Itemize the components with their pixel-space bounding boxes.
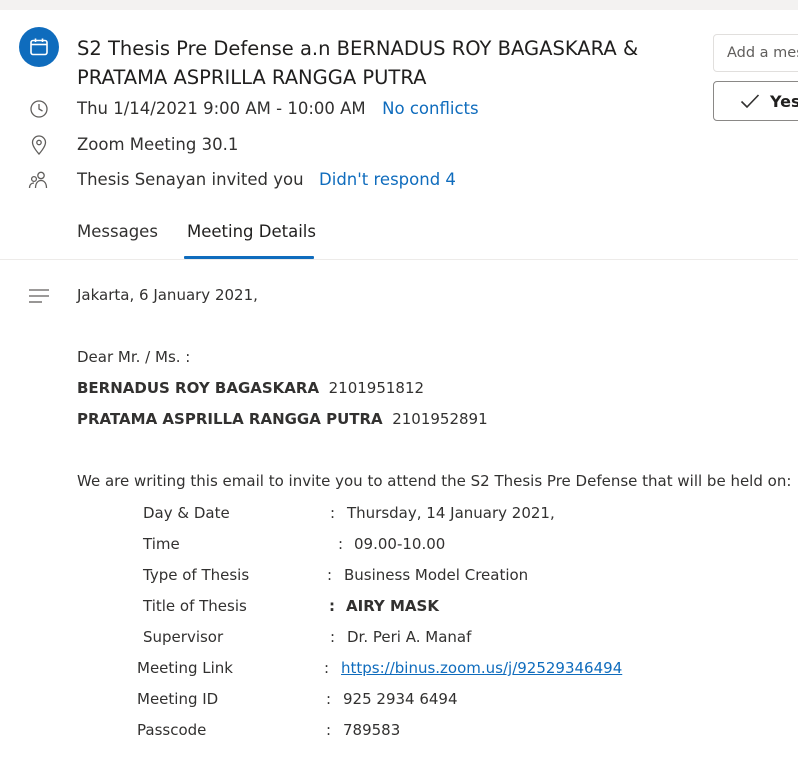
tab-messages[interactable]: Messages bbox=[77, 222, 158, 241]
student-name: BERNADUS ROY BAGASKARA bbox=[77, 379, 320, 397]
detail-value: Thursday, 14 January 2021, bbox=[347, 504, 555, 522]
event-title-line2: PRATAMA ASPRILLA RANGGA PUTRA bbox=[77, 66, 427, 89]
top-strip bbox=[0, 0, 798, 10]
event-attendees-row: Thesis Senayan invited you Didn't respon… bbox=[77, 170, 456, 189]
invited-by-text: Thesis Senayan invited you bbox=[77, 170, 304, 189]
detail-colon: : bbox=[330, 628, 336, 646]
meeting-link[interactable]: https://binus.zoom.us/j/92529346494 bbox=[341, 659, 622, 677]
detail-label: Title of Thesis bbox=[143, 597, 247, 615]
add-message-input[interactable]: Add a message bbox=[713, 34, 798, 72]
conflicts-link[interactable]: No conflicts bbox=[382, 99, 478, 118]
detail-colon: : bbox=[327, 566, 333, 584]
invitation-intro: We are writing this email to invite you … bbox=[77, 472, 792, 490]
detail-label: Meeting ID bbox=[137, 690, 219, 708]
salutation: Dear Mr. / Ms. : bbox=[77, 348, 191, 366]
event-datetime: Thu 1/14/2021 9:00 AM - 10:00 AM bbox=[77, 99, 366, 118]
detail-label: Supervisor bbox=[143, 628, 224, 646]
detail-label: Passcode bbox=[137, 721, 207, 739]
detail-colon: : bbox=[330, 504, 336, 522]
header-divider bbox=[0, 259, 798, 260]
detail-value: 09.00-10.00 bbox=[354, 535, 446, 553]
detail-colon: : bbox=[329, 597, 335, 615]
clock-icon bbox=[28, 98, 50, 120]
place-date: Jakarta, 6 January 2021, bbox=[77, 286, 258, 304]
checkmark-icon bbox=[740, 93, 760, 109]
accept-yes-label: Yes bbox=[770, 91, 798, 111]
detail-label: Time bbox=[143, 535, 180, 553]
detail-colon: : bbox=[326, 721, 332, 739]
detail-label: Day & Date bbox=[143, 504, 230, 522]
detail-colon: : bbox=[338, 535, 344, 553]
detail-value: Dr. Peri A. Manaf bbox=[347, 628, 472, 646]
text-lines-icon bbox=[28, 288, 50, 304]
event-location: Zoom Meeting 30.1 bbox=[77, 135, 239, 154]
people-icon bbox=[28, 169, 50, 191]
accept-yes-button[interactable]: Yes bbox=[713, 81, 798, 121]
detail-value: Business Model Creation bbox=[344, 566, 529, 584]
location-pin-icon bbox=[28, 134, 50, 156]
detail-value: AIRY MASK bbox=[346, 597, 439, 615]
detail-colon: : bbox=[324, 659, 330, 677]
student-name: PRATAMA ASPRILLA RANGGA PUTRA bbox=[77, 410, 383, 428]
student-id: 2101952891 bbox=[392, 410, 488, 428]
event-title-line1: S2 Thesis Pre Defense a.n BERNADUS ROY B… bbox=[77, 37, 639, 60]
detail-label: Meeting Link bbox=[137, 659, 233, 677]
event-title: S2 Thesis Pre Defense a.n BERNADUS ROY B… bbox=[77, 34, 687, 92]
student-id: 2101951812 bbox=[328, 379, 425, 397]
detail-colon: : bbox=[326, 690, 332, 708]
student-row: BERNADUS ROY BAGASKARA 2101951812 bbox=[77, 379, 424, 397]
detail-label: Type of Thesis bbox=[143, 566, 250, 584]
tab-meeting-details[interactable]: Meeting Details bbox=[187, 222, 316, 241]
event-datetime-row: Thu 1/14/2021 9:00 AM - 10:00 AM No conf… bbox=[77, 99, 479, 118]
calendar-icon bbox=[19, 27, 59, 67]
detail-value: 789583 bbox=[343, 721, 401, 739]
student-row: PRATAMA ASPRILLA RANGGA PUTRA 2101952891 bbox=[77, 410, 488, 428]
response-status-link[interactable]: Didn't respond 4 bbox=[319, 170, 456, 189]
detail-value: 925 2934 6494 bbox=[343, 690, 458, 708]
add-message-placeholder: Add a message bbox=[727, 45, 798, 61]
